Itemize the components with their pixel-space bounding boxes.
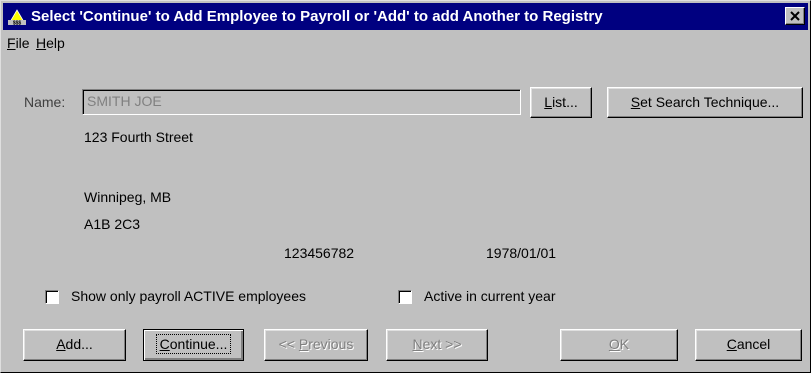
previous-button[interactable]: << Previous — [264, 329, 368, 361]
add-button[interactable]: Add... — [23, 329, 126, 361]
menu-help-accel: H — [36, 35, 47, 51]
list-button-label: ist... — [552, 94, 578, 110]
list-button[interactable]: List... — [530, 87, 592, 118]
menu-file-label: ile — [15, 35, 30, 51]
continue-button-accel: C — [159, 336, 170, 352]
cancel-button[interactable]: Cancel — [695, 329, 802, 361]
ok-button-label: K — [619, 336, 630, 352]
title-bar[interactable]: $$$ Select 'Continue' to Add Employee to… — [3, 3, 808, 30]
continue-focus-ring: Continue... — [155, 334, 232, 354]
continue-button[interactable]: Continue... — [143, 329, 244, 361]
active-only-label[interactable]: Show only payroll ACTIVE employees — [71, 288, 306, 304]
next-button[interactable]: Next >> — [386, 329, 488, 361]
add-button-label: dd... — [65, 336, 93, 352]
continue-button-label: ontinue... — [169, 336, 228, 352]
dialog-window: $$$ Select 'Continue' to Add Employee to… — [0, 0, 811, 373]
svg-text:$$$: $$$ — [13, 21, 22, 27]
menu-file[interactable]: File — [7, 35, 30, 51]
cancel-button-accel: C — [726, 336, 737, 352]
next-button-accel: N — [412, 336, 423, 352]
active-current-year-checkbox[interactable] — [398, 290, 412, 304]
set-search-technique-button[interactable]: Set Search Technique... — [607, 87, 803, 118]
search-button-accel: S — [630, 94, 641, 110]
address-city: Winnipeg, MB — [84, 189, 172, 205]
name-field[interactable]: SMITH JOE — [82, 89, 521, 115]
employee-birth-date: 1978/01/01 — [486, 245, 557, 261]
cancel-button-label: ancel — [736, 336, 771, 352]
add-button-accel: A — [56, 336, 66, 352]
active-only-checkbox[interactable] — [45, 290, 59, 304]
menu-help-label: elp — [46, 35, 65, 51]
active-current-year-label[interactable]: Active in current year — [424, 288, 556, 304]
menu-help[interactable]: Help — [36, 35, 65, 51]
previous-button-prefix: << — [278, 336, 299, 352]
employee-sin: 123456782 — [284, 245, 355, 261]
close-icon — [790, 11, 800, 21]
previous-button-label: revious — [308, 336, 354, 352]
list-button-accel: L — [544, 94, 553, 110]
address-line-1: 123 Fourth Street — [84, 129, 193, 145]
ok-button-accel: O — [608, 336, 620, 352]
payroll-app-icon: $$$ — [7, 7, 27, 26]
close-button[interactable] — [785, 7, 805, 25]
menu-file-accel: F — [7, 35, 16, 51]
ok-button[interactable]: OK — [560, 329, 678, 361]
next-button-label: ext >> — [422, 336, 462, 352]
search-button-label: et Search Technique... — [640, 94, 780, 110]
previous-button-accel: P — [298, 336, 309, 352]
window-title: Select 'Continue' to Add Employee to Pay… — [31, 8, 603, 25]
menu-bar: File Help — [3, 31, 808, 55]
name-label: Name: — [24, 94, 66, 110]
address-postal-code: A1B 2C3 — [84, 216, 141, 232]
